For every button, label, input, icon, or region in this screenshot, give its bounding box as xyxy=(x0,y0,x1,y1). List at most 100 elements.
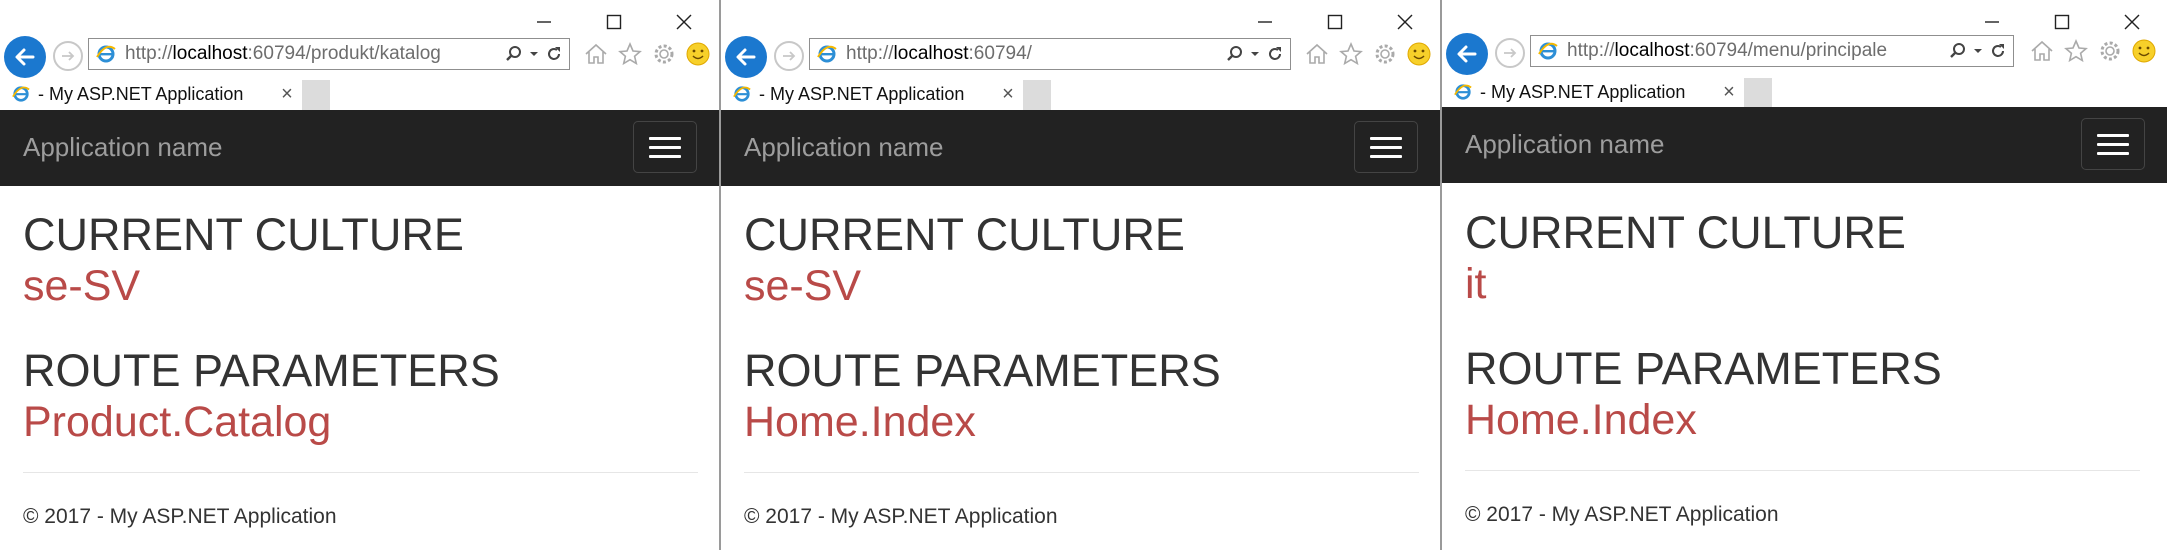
new-tab-button[interactable] xyxy=(302,80,330,110)
navbar: Application name xyxy=(721,110,1440,186)
tab-close-icon[interactable]: × xyxy=(1716,81,1742,104)
maximize-button[interactable] xyxy=(579,0,649,44)
hamburger-icon xyxy=(1370,136,1402,140)
browser-toolbar xyxy=(582,40,712,68)
search-icon[interactable] xyxy=(505,45,523,63)
back-button[interactable] xyxy=(1446,33,1488,75)
search-icon[interactable] xyxy=(1949,42,1967,60)
navbar-brand[interactable]: Application name xyxy=(1465,129,1664,160)
url-prefix: http:// xyxy=(1567,40,1615,61)
gear-icon[interactable] xyxy=(650,40,678,68)
tab-strip: - My ASP.NET Application × xyxy=(1442,76,2167,108)
browser-tab[interactable]: - My ASP.NET Application × xyxy=(4,78,300,110)
back-arrow-icon xyxy=(1457,45,1477,63)
route-value: Home.Index xyxy=(1465,396,1697,444)
footer-text: © 2017 - My ASP.NET Application xyxy=(23,505,337,528)
address-bar[interactable]: http://localhost:60794/produkt/katalog xyxy=(88,38,570,70)
smiley-icon[interactable] xyxy=(2130,37,2158,65)
browser-tab[interactable]: - My ASP.NET Application × xyxy=(725,78,1021,110)
address-tools xyxy=(505,45,563,63)
back-arrow-icon xyxy=(15,48,35,66)
forward-arrow-icon xyxy=(1504,48,1517,58)
browser-toolbar xyxy=(1303,40,1433,68)
culture-label: CURRENT CULTURE xyxy=(1465,207,1906,258)
url-host: localhost xyxy=(172,43,248,64)
url-host: localhost xyxy=(1614,40,1690,61)
new-tab-button[interactable] xyxy=(1744,78,1772,108)
url-text[interactable]: http://localhost:60794/menu/principale xyxy=(1567,40,1949,62)
favorites-star-icon[interactable] xyxy=(2062,37,2090,65)
navbar-toggle-button[interactable] xyxy=(1354,121,1418,173)
back-button[interactable] xyxy=(4,36,46,78)
chevron-down-icon[interactable] xyxy=(529,49,539,59)
navbar-brand[interactable]: Application name xyxy=(23,132,222,163)
maximize-icon xyxy=(1327,14,1343,30)
url-text[interactable]: http://localhost:60794/produkt/katalog xyxy=(125,43,505,65)
close-icon xyxy=(1397,14,1413,30)
minimize-icon xyxy=(1258,21,1272,23)
refresh-icon[interactable] xyxy=(1989,42,2007,60)
url-path: :60794/menu/principale xyxy=(1689,40,1888,61)
smiley-icon[interactable] xyxy=(1405,40,1433,68)
search-icon[interactable] xyxy=(1226,45,1244,63)
maximize-icon xyxy=(2054,14,2070,30)
gear-icon[interactable] xyxy=(2096,37,2124,65)
navbar-brand[interactable]: Application name xyxy=(744,132,943,163)
browser-chrome: http://localhost:60794/ - My ASP.NET App… xyxy=(721,0,1440,110)
ie-logo-icon xyxy=(816,43,838,65)
culture-label: CURRENT CULTURE xyxy=(744,209,1185,260)
tab-strip: - My ASP.NET Application × xyxy=(721,78,1440,110)
close-button[interactable] xyxy=(1370,0,1440,44)
navbar-toggle-button[interactable] xyxy=(633,121,697,173)
forward-button[interactable] xyxy=(53,41,83,71)
tab-title: - My ASP.NET Application xyxy=(1480,81,1686,102)
footer-divider xyxy=(1465,470,2140,471)
url-text[interactable]: http://localhost:60794/ xyxy=(846,43,1226,65)
gear-icon[interactable] xyxy=(1371,40,1399,68)
route-label: ROUTE PARAMETERS xyxy=(744,345,1221,396)
footer-divider xyxy=(23,472,698,473)
tab-title: - My ASP.NET Application xyxy=(759,83,965,104)
tab-title: - My ASP.NET Application xyxy=(38,83,244,104)
footer-text: © 2017 - My ASP.NET Application xyxy=(744,505,1058,528)
maximize-button[interactable] xyxy=(1300,0,1370,44)
tab-close-icon[interactable]: × xyxy=(995,83,1021,106)
navbar-toggle-button[interactable] xyxy=(2081,118,2145,170)
back-button[interactable] xyxy=(725,36,767,78)
navbar: Application name xyxy=(1442,107,2167,183)
favorites-star-icon[interactable] xyxy=(616,40,644,68)
hamburger-icon xyxy=(2097,133,2129,137)
culture-value: it xyxy=(1465,260,1487,308)
url-path: :60794/produkt/katalog xyxy=(247,43,441,64)
refresh-icon[interactable] xyxy=(1266,45,1284,63)
address-bar[interactable]: http://localhost:60794/menu/principale xyxy=(1530,35,2014,67)
tab-close-icon[interactable]: × xyxy=(274,83,300,106)
chevron-down-icon[interactable] xyxy=(1973,46,1983,56)
refresh-icon[interactable] xyxy=(545,45,563,63)
browser-chrome: http://localhost:60794/menu/principale -… xyxy=(1442,0,2167,110)
chevron-down-icon[interactable] xyxy=(1250,49,1260,59)
forward-button[interactable] xyxy=(1495,38,1525,68)
browser-tab[interactable]: - My ASP.NET Application × xyxy=(1446,76,1742,108)
home-icon[interactable] xyxy=(582,40,610,68)
route-value: Home.Index xyxy=(744,398,976,446)
route-label: ROUTE PARAMETERS xyxy=(1465,343,1942,394)
url-prefix: http:// xyxy=(125,43,173,64)
url-path: :60794/ xyxy=(968,43,1032,64)
forward-arrow-icon xyxy=(783,51,796,61)
browser-window-2: http://localhost:60794/ - My ASP.NET App… xyxy=(721,0,1440,550)
address-bar[interactable]: http://localhost:60794/ xyxy=(809,38,1291,70)
favorites-star-icon[interactable] xyxy=(1337,40,1365,68)
ie-logo-icon xyxy=(1452,81,1474,103)
close-icon xyxy=(2124,14,2140,30)
hamburger-icon xyxy=(649,136,681,140)
home-icon[interactable] xyxy=(2028,37,2056,65)
footer-text: © 2017 - My ASP.NET Application xyxy=(1465,503,1779,526)
footer-divider xyxy=(744,472,1419,473)
smiley-icon[interactable] xyxy=(684,40,712,68)
forward-button[interactable] xyxy=(774,41,804,71)
home-icon[interactable] xyxy=(1303,40,1331,68)
new-tab-button[interactable] xyxy=(1023,80,1051,110)
close-button[interactable] xyxy=(649,0,719,44)
ie-logo-icon xyxy=(731,83,753,105)
